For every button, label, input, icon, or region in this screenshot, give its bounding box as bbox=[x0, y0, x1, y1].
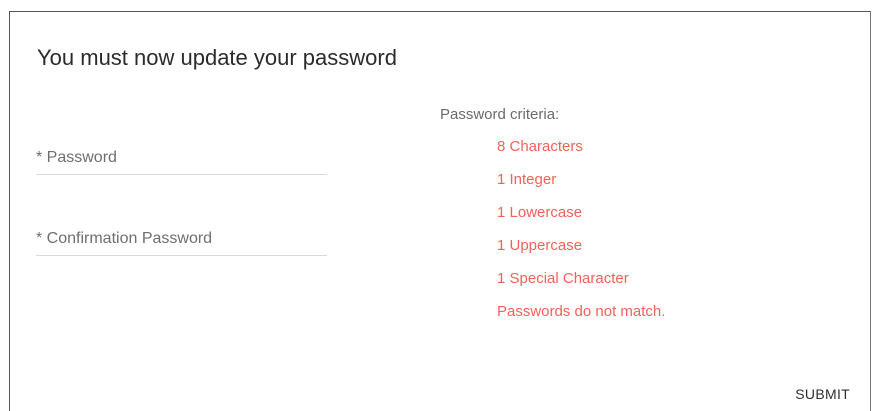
submit-button[interactable]: SUBMIT bbox=[795, 386, 850, 402]
criteria-item-lowercase: 1 Lowercase bbox=[497, 204, 583, 221]
password-field[interactable] bbox=[36, 141, 327, 175]
passwords-match-error: Passwords do not match. bbox=[497, 303, 666, 320]
password-criteria-heading: Password criteria: bbox=[440, 106, 560, 123]
criteria-item-uppercase: 1 Uppercase bbox=[497, 237, 583, 254]
password-input[interactable] bbox=[36, 141, 327, 174]
update-password-dialog: You must now update your password Passwo… bbox=[9, 11, 871, 411]
confirmation-password-field[interactable] bbox=[36, 222, 327, 256]
criteria-item-special-character: 1 Special Character bbox=[497, 270, 629, 287]
criteria-item-integer: 1 Integer bbox=[497, 171, 557, 188]
password-criteria-list: 8 Characters 1 Integer 1 Lowercase 1 Upp… bbox=[497, 136, 665, 334]
dialog-title: You must now update your password bbox=[37, 45, 397, 70]
criteria-item-length: 8 Characters bbox=[497, 138, 583, 155]
confirmation-password-input[interactable] bbox=[36, 222, 327, 255]
